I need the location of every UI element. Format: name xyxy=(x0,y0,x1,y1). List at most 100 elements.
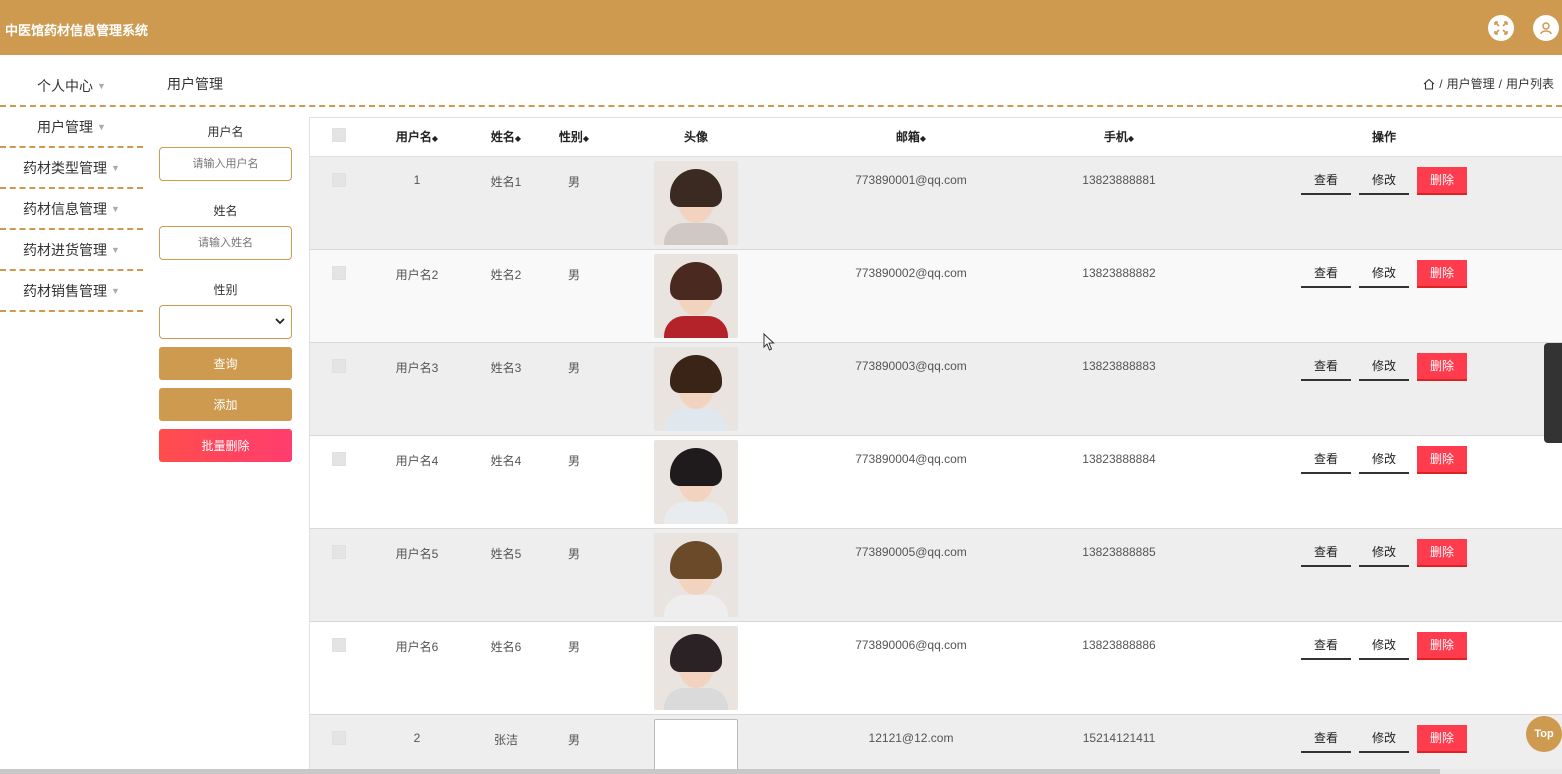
view-button[interactable]: 查看 xyxy=(1301,725,1351,753)
view-button[interactable]: 查看 xyxy=(1301,353,1351,381)
cell-gender: 男 xyxy=(545,342,603,436)
cell-avatar xyxy=(603,435,789,529)
column-header-email[interactable]: 邮箱◆ xyxy=(789,118,1033,157)
cell-avatar xyxy=(603,621,789,715)
username-label: 用户名 xyxy=(207,125,244,139)
home-icon[interactable] xyxy=(1423,78,1435,90)
delete-button[interactable]: 删除 xyxy=(1417,631,1467,660)
edit-button[interactable]: 修改 xyxy=(1359,539,1409,567)
delete-button[interactable]: 删除 xyxy=(1417,352,1467,381)
page-title: 用户管理 xyxy=(167,76,223,92)
cell-avatar xyxy=(603,249,789,343)
view-button[interactable]: 查看 xyxy=(1301,632,1351,660)
cell-email: 773890003@qq.com xyxy=(789,342,1033,436)
cell-email: 773890004@qq.com xyxy=(789,435,1033,529)
gender-select[interactable] xyxy=(159,305,292,339)
caret-down-icon: ▼ xyxy=(111,203,120,214)
table-row: 2 张洁男 12121@12.com 15214121411 查看 修改 删除 xyxy=(310,714,1562,769)
sidebar-item-personal-center[interactable]: 个人中心 ▼ xyxy=(0,55,143,107)
cell-name: 姓名4 xyxy=(467,435,545,529)
cell-email: 12121@12.com xyxy=(789,714,1033,769)
user-icon[interactable] xyxy=(1533,15,1559,41)
cell-email: 773890005@qq.com xyxy=(789,528,1033,622)
edit-button[interactable]: 修改 xyxy=(1359,725,1409,753)
cell-gender: 男 xyxy=(545,435,603,529)
cell-actions: 查看 修改 删除 xyxy=(1205,714,1562,769)
cell-gender: 男 xyxy=(545,621,603,715)
cell-phone: 13823888883 xyxy=(1033,342,1205,436)
row-checkbox[interactable] xyxy=(331,172,346,187)
row-checkbox[interactable] xyxy=(331,451,346,466)
batch-delete-button[interactable]: 批量删除 xyxy=(159,429,292,462)
view-button[interactable]: 查看 xyxy=(1301,539,1351,567)
sidebar-item-herb-sales-management[interactable]: 药材销售管理 ▼ xyxy=(0,271,143,312)
sidebar-item-herb-purchase-management[interactable]: 药材进货管理 ▼ xyxy=(0,230,143,271)
delete-button[interactable]: 删除 xyxy=(1417,445,1467,474)
side-panel-tab[interactable] xyxy=(1544,343,1562,443)
caret-down-icon: ▼ xyxy=(111,244,120,255)
sort-icon: ◆ xyxy=(431,134,439,144)
row-checkbox[interactable] xyxy=(331,637,346,652)
cell-username: 用户名3 xyxy=(367,342,467,436)
back-to-top-button[interactable]: Top xyxy=(1526,716,1562,752)
cell-actions: 查看 修改 删除 xyxy=(1205,621,1562,715)
edit-button[interactable]: 修改 xyxy=(1359,353,1409,381)
cell-phone: 13823888886 xyxy=(1033,621,1205,715)
edit-button[interactable]: 修改 xyxy=(1359,260,1409,288)
cell-phone: 13823888881 xyxy=(1033,156,1205,250)
edit-button[interactable]: 修改 xyxy=(1359,446,1409,474)
cell-username: 用户名4 xyxy=(367,435,467,529)
cell-avatar xyxy=(603,528,789,622)
cell-avatar xyxy=(603,714,789,769)
breadcrumb-user-list: 用户列表 xyxy=(1505,77,1554,91)
add-button[interactable]: 添加 xyxy=(159,388,292,421)
column-header-phone[interactable]: 手机◆ xyxy=(1033,118,1205,157)
row-checkbox[interactable] xyxy=(331,358,346,373)
avatar-image xyxy=(654,253,738,338)
delete-button[interactable]: 删除 xyxy=(1417,166,1467,195)
sidebar-item-herb-type-management[interactable]: 药材类型管理 ▼ xyxy=(0,148,143,189)
sidebar-item-herb-info-management[interactable]: 药材信息管理 ▼ xyxy=(0,189,143,230)
row-checkbox[interactable] xyxy=(331,544,346,559)
sidebar-item-label: 药材进货管理 xyxy=(23,241,108,258)
view-button[interactable]: 查看 xyxy=(1301,260,1351,288)
cell-actions: 查看 修改 删除 xyxy=(1205,156,1562,250)
breadcrumb-separator: / xyxy=(1498,76,1502,91)
edit-button[interactable]: 修改 xyxy=(1359,632,1409,660)
scrollbar-thumb[interactable] xyxy=(0,769,1440,774)
broken-image-icon xyxy=(654,718,738,769)
cell-phone: 13823888884 xyxy=(1033,435,1205,529)
select-all-checkbox[interactable] xyxy=(331,128,346,143)
row-checkbox-cell xyxy=(310,342,367,436)
column-header-gender[interactable]: 性别◆ xyxy=(545,118,603,157)
row-checkbox[interactable] xyxy=(331,265,346,280)
column-header-name[interactable]: 姓名◆ xyxy=(467,118,545,157)
cell-avatar xyxy=(603,342,789,436)
horizontal-scrollbar[interactable] xyxy=(0,769,1562,774)
cell-name: 姓名3 xyxy=(467,342,545,436)
table-row: 用户名3 姓名3 男 773890003@qq.com 13823888883 查看 修改删… xyxy=(310,342,1562,436)
delete-button[interactable]: 删除 xyxy=(1417,724,1467,753)
table-row: 用户名6 姓名6 男 773890006@qq.com 13823888886 查看 修改删… xyxy=(310,621,1562,715)
breadcrumb-user-management[interactable]: 用户管理 xyxy=(1447,75,1495,92)
view-button[interactable]: 查看 xyxy=(1301,446,1351,474)
breadcrumb-separator: / xyxy=(1439,76,1443,91)
row-checkbox[interactable] xyxy=(331,730,346,745)
sidebar-item-user-management[interactable]: 用户管理 ▼ xyxy=(0,107,143,148)
name-input[interactable] xyxy=(159,226,292,260)
column-header-username[interactable]: 用户名◆ xyxy=(367,118,467,157)
username-input[interactable] xyxy=(159,147,292,181)
sidebar-item-label: 用户管理 xyxy=(37,118,94,135)
delete-button[interactable]: 删除 xyxy=(1417,538,1467,567)
fullscreen-icon[interactable] xyxy=(1488,15,1514,41)
view-button[interactable]: 查看 xyxy=(1301,167,1351,195)
cell-gender: 男 xyxy=(545,714,603,769)
query-button[interactable]: 查询 xyxy=(159,347,292,380)
user-table: 用户名◆ 姓名◆ 性别◆ 头像 邮箱◆ 手机◆ 操作 1 姓名1 男 77389000… xyxy=(309,117,1562,769)
delete-button[interactable]: 删除 xyxy=(1417,259,1467,288)
avatar-image xyxy=(654,346,738,431)
edit-button[interactable]: 修改 xyxy=(1359,167,1409,195)
cell-avatar xyxy=(603,156,789,250)
cell-email: 773890001@qq.com xyxy=(789,156,1033,250)
row-checkbox-cell xyxy=(310,714,367,769)
